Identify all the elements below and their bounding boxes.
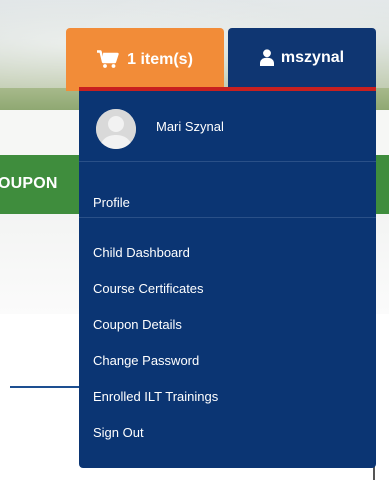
cart-label: 1 item(s) (127, 50, 193, 68)
profile-section: Profile (79, 162, 376, 218)
user-full-name: Mari Szynal (156, 119, 224, 134)
user-menu-button[interactable]: mszynal (228, 28, 376, 87)
menu-item-sign-out[interactable]: Sign Out (93, 425, 144, 440)
avatar (96, 109, 136, 149)
coupon-bar-title: OUPON (0, 175, 58, 192)
cart-button[interactable]: 1 item(s) (66, 28, 224, 91)
user-icon (259, 49, 274, 66)
user-info-header: Mari Szynal (79, 91, 376, 162)
shopping-cart-icon (97, 50, 119, 69)
username-label: mszynal (280, 48, 345, 66)
menu-item-coupon-details[interactable]: Coupon Details (93, 317, 182, 332)
menu-item-child-dashboard[interactable]: Child Dashboard (93, 245, 190, 260)
menu-item-enrolled-ilt-trainings[interactable]: Enrolled ILT Trainings (93, 389, 218, 404)
menu-item-change-password[interactable]: Change Password (93, 353, 199, 368)
menu-item-profile[interactable]: Profile (93, 195, 130, 210)
divider-line (10, 386, 80, 388)
user-dropdown-menu: Mari Szynal Profile Child Dashboard Cour… (79, 87, 376, 468)
menu-item-course-certificates[interactable]: Course Certificates (93, 281, 204, 296)
